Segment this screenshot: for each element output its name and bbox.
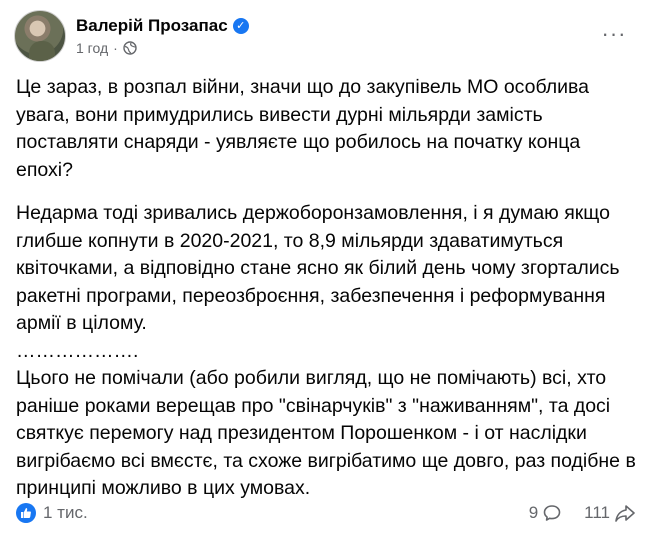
comment-icon	[543, 505, 561, 521]
post-paragraph-1: Це зараз, в розпал війни, значи що до за…	[16, 76, 590, 181]
shares-stat[interactable]: 111	[584, 503, 636, 523]
post-footer: 1 тис. 9 111	[16, 498, 636, 528]
comments-stat[interactable]: 9	[529, 503, 562, 523]
author-name[interactable]: Валерій Прозапас	[76, 16, 228, 36]
comments-count: 9	[528, 503, 539, 522]
author-avatar[interactable]	[14, 10, 66, 62]
post-card: Валерій Прозапас ✓ 1 год · ··· Це зараз,…	[0, 0, 650, 534]
share-icon	[615, 505, 635, 522]
meta-separator: ·	[113, 40, 118, 56]
post-body: Це зараз, в розпал війни, значи що до за…	[16, 74, 636, 519]
post-header: Валерій Прозапас ✓ 1 год ·	[14, 10, 249, 62]
post-divider-dots: ……………….	[16, 339, 139, 362]
like-reaction-icon	[16, 503, 36, 523]
post-paragraph-2: Недарма тоді зривались держоборонзамовле…	[16, 202, 620, 334]
post-meta: 1 год ·	[76, 40, 249, 56]
author-row: Валерій Прозапас ✓	[76, 16, 249, 36]
verified-badge-icon: ✓	[232, 18, 249, 34]
globe-icon	[123, 41, 137, 55]
post-time[interactable]: 1 год	[76, 40, 108, 56]
shares-count: 111	[584, 503, 610, 522]
author-block: Валерій Прозапас ✓ 1 год ·	[76, 16, 249, 56]
more-options-button[interactable]: ···	[596, 23, 632, 45]
reactions-count: 1 тис.	[43, 503, 88, 522]
reactions-summary[interactable]: 1 тис.	[16, 503, 88, 523]
post-paragraph-3: Цього не помічали (або робили вигляд, що…	[16, 367, 636, 499]
engagement-stats: 9 111	[507, 503, 636, 523]
